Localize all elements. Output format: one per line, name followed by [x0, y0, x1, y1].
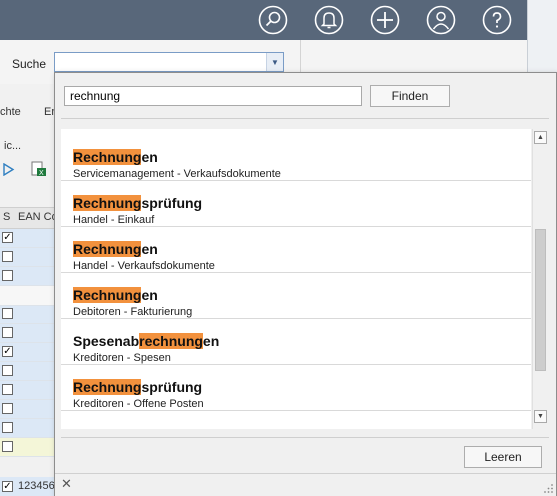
search-field[interactable]: ▼: [54, 52, 284, 72]
find-button[interactable]: Finden: [370, 85, 450, 107]
result-subtitle: Debitoren - Fakturierung: [73, 306, 193, 318]
row-checkbox[interactable]: ✓: [2, 232, 13, 243]
top-toolbar: [0, 0, 557, 40]
row-checkbox[interactable]: [2, 422, 13, 433]
scrollbar-thumb[interactable]: [535, 229, 546, 371]
row-checkbox[interactable]: [2, 365, 13, 376]
search-result-item[interactable]: Rechnungsprüfung Handel - Einkauf: [61, 181, 531, 227]
result-title-match: Rechnung: [73, 149, 142, 165]
search-result-item[interactable]: Rechnungsprüfung Kreditoren - Offene Post…: [61, 365, 531, 411]
search-icon[interactable]: [258, 5, 288, 35]
result-title-suffix: en: [141, 149, 158, 165]
column-header-ean: EAN Co: [18, 211, 58, 223]
table-row: [0, 400, 55, 419]
result-title-suffix: en: [141, 241, 158, 257]
search-result-item[interactable]: Rechnungen Debitoren - Fakturierung: [61, 273, 531, 319]
bottom-row-value: 123456: [18, 480, 55, 492]
row-checkbox[interactable]: [2, 251, 13, 262]
search-result-item[interactable]: Rechnungen Handel - Verkaufsdokumente: [61, 227, 531, 273]
table-row: [0, 267, 55, 286]
bottom-row: ✓ 123456: [0, 477, 55, 496]
clear-button[interactable]: Leeren: [464, 446, 542, 468]
result-title-match: rechnung: [139, 333, 203, 349]
ribbon-label-3: ic...: [4, 140, 22, 152]
results-list: Rechnungen Servicemanagement - Verkaufsdo…: [61, 129, 531, 429]
close-icon[interactable]: ✕: [61, 476, 72, 492]
play-icon[interactable]: [2, 162, 15, 177]
search-result-item[interactable]: Rechnungen Servicemanagement - Verkaufsdo…: [61, 135, 531, 181]
svg-text:X: X: [39, 170, 44, 177]
search-result-item[interactable]: Spesenabrechnungen Kreditoren - Spesen: [61, 319, 531, 365]
chevron-down-icon[interactable]: ▼: [266, 53, 283, 71]
group-row: [0, 286, 55, 306]
result-title-suffix: en: [141, 287, 158, 303]
resize-grip-icon[interactable]: [544, 484, 554, 494]
result-title: Spesenabrechnungen: [73, 333, 219, 349]
table-row: [0, 362, 55, 381]
results-scrollbar[interactable]: ▲ ▼: [532, 129, 548, 429]
result-subtitle: Servicemanagement - Verkaufsdokumente: [73, 168, 281, 180]
result-title: Rechnungsprüfung: [73, 379, 202, 395]
result-subtitle: Kreditoren - Offene Posten: [73, 398, 204, 410]
table-row: [0, 324, 55, 343]
row-checkbox[interactable]: ✓: [2, 481, 13, 492]
row-checkbox[interactable]: [2, 270, 13, 281]
plus-icon[interactable]: [370, 5, 400, 35]
row-checkbox[interactable]: [2, 327, 13, 338]
result-subtitle: Kreditoren - Spesen: [73, 352, 171, 364]
row-checkbox[interactable]: [2, 403, 13, 414]
result-title: Rechnungen: [73, 149, 158, 165]
excel-export-icon[interactable]: X: [31, 161, 47, 177]
result-title-suffix: en: [202, 333, 220, 349]
result-title-match: Rechnung: [73, 195, 142, 211]
result-title-match: Rechnung: [73, 287, 142, 303]
search-popup: Finden RechnungenServicemanagement - Ver…: [54, 72, 557, 496]
result-title-suffix: sprüfung: [141, 379, 203, 395]
result-title-match: Rechnung: [73, 379, 142, 395]
result-title-match: Rechnung: [73, 241, 142, 257]
table-row: [0, 419, 55, 438]
scroll-down-icon[interactable]: ▼: [534, 410, 547, 423]
row-checkbox[interactable]: [2, 308, 13, 319]
scroll-up-icon[interactable]: ▲: [534, 131, 547, 144]
row-checkbox[interactable]: [2, 441, 13, 452]
divider: [61, 118, 549, 119]
table-row: [0, 305, 55, 324]
row-checkbox[interactable]: ✓: [2, 346, 13, 357]
result-title: Rechnungen: [73, 287, 158, 303]
result-subtitle: Handel - Verkaufsdokumente: [73, 260, 215, 272]
result-title: Rechnungen: [73, 241, 158, 257]
table-row: ✓: [0, 343, 55, 362]
table-row: ✓: [0, 229, 55, 248]
divider: [61, 437, 549, 438]
result-title-suffix: sprüfung: [141, 195, 203, 211]
ribbon-label-1: chte: [0, 106, 21, 118]
row-checkbox[interactable]: [2, 384, 13, 395]
bell-icon[interactable]: [314, 5, 344, 35]
popup-footer: ✕: [55, 473, 556, 496]
user-icon[interactable]: [426, 5, 456, 35]
table-row: [0, 438, 55, 457]
grid-header: S EAN Co: [0, 207, 58, 229]
column-header-s: S: [3, 211, 11, 223]
help-icon[interactable]: [482, 5, 512, 35]
result-title: Rechnungsprüfung: [73, 195, 202, 211]
table-row: [0, 248, 55, 267]
result-subtitle: Handel - Einkauf: [73, 214, 155, 226]
table-row: [0, 381, 55, 400]
search-label: Suche: [12, 57, 47, 71]
search-input[interactable]: [64, 86, 362, 106]
result-title-prefix: Spesenab: [73, 333, 140, 349]
